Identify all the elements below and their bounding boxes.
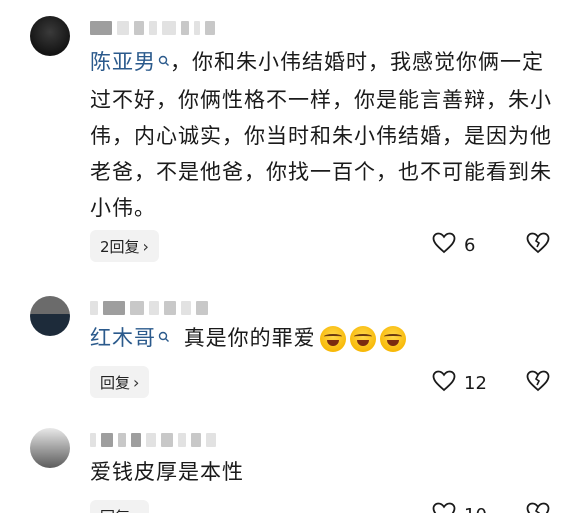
like-button[interactable]: 12 [432,370,488,396]
laughing-crying-emoji-icon [319,326,346,352]
comment-body: 真是你的罪爱 [183,326,316,350]
comment-text: 红木哥 真是你的罪爱 [90,320,552,358]
comment-body: 爱钱皮厚是本性 [90,460,244,484]
reply-label: 回复 [100,506,130,513]
like-count: 6 [464,234,476,256]
avatar[interactable] [30,428,70,468]
heart-outline-icon [432,502,456,513]
avatar[interactable] [30,16,70,56]
username-masked [90,300,208,316]
laughing-crying-emoji-icon [379,326,406,352]
username-masked [90,20,215,36]
comment-actions: 6 [432,232,550,258]
comment-text: 爱钱皮厚是本性 [90,454,552,490]
heart-outline-icon [432,232,456,258]
avatar[interactable] [30,296,70,336]
like-count: 12 [464,372,487,394]
laughing-crying-emoji-icon [349,326,376,352]
broken-heart-icon[interactable] [526,232,550,258]
search-icon[interactable] [158,46,170,82]
like-button[interactable]: 6 [432,232,488,258]
reply-button[interactable]: 回复 › [90,500,150,513]
mention-author[interactable]: 陈亚男 [90,50,156,74]
broken-heart-icon[interactable] [526,370,550,396]
like-button[interactable]: 10 [432,502,488,513]
comment-text: 陈亚男 ，你和朱小伟结婚时，我感觉你俩一定过不好，你俩性格不一样，你是能言善辩，… [90,44,552,226]
reply-label: 2回复 [100,237,140,256]
reply-button[interactable]: 回复 › [90,366,150,398]
chevron-right-icon: › [142,236,149,256]
reply-label: 回复 [100,373,131,392]
chevron-right-icon: › [133,372,140,392]
reply-button[interactable]: 2回复 › [90,230,159,262]
comment-actions: 12 [432,370,550,396]
username-masked [90,432,216,448]
like-count: 10 [464,505,488,513]
broken-heart-icon[interactable] [526,502,550,513]
mention-author[interactable]: 红木哥 [90,326,156,350]
heart-outline-icon [432,370,456,396]
chevron-right-icon: › [133,507,139,513]
comment-actions: 10 [432,502,550,513]
search-icon[interactable] [158,322,170,358]
